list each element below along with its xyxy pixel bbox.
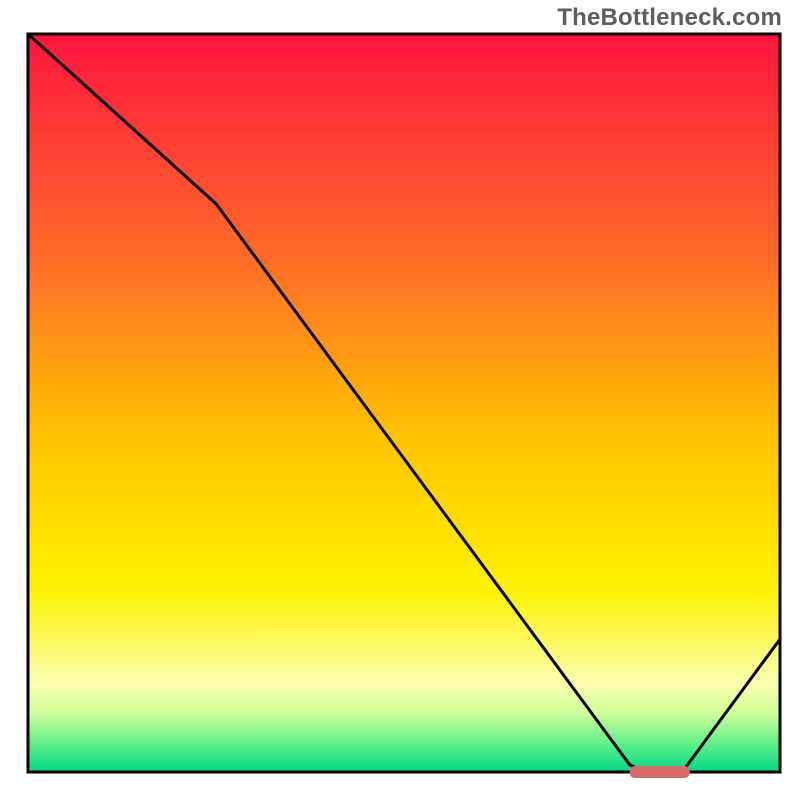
bottleneck-chart	[0, 0, 800, 800]
watermark-text: TheBottleneck.com	[557, 4, 782, 32]
optimum-marker	[630, 766, 690, 778]
chart-container: TheBottleneck.com	[0, 0, 800, 800]
plot-background	[28, 34, 780, 772]
